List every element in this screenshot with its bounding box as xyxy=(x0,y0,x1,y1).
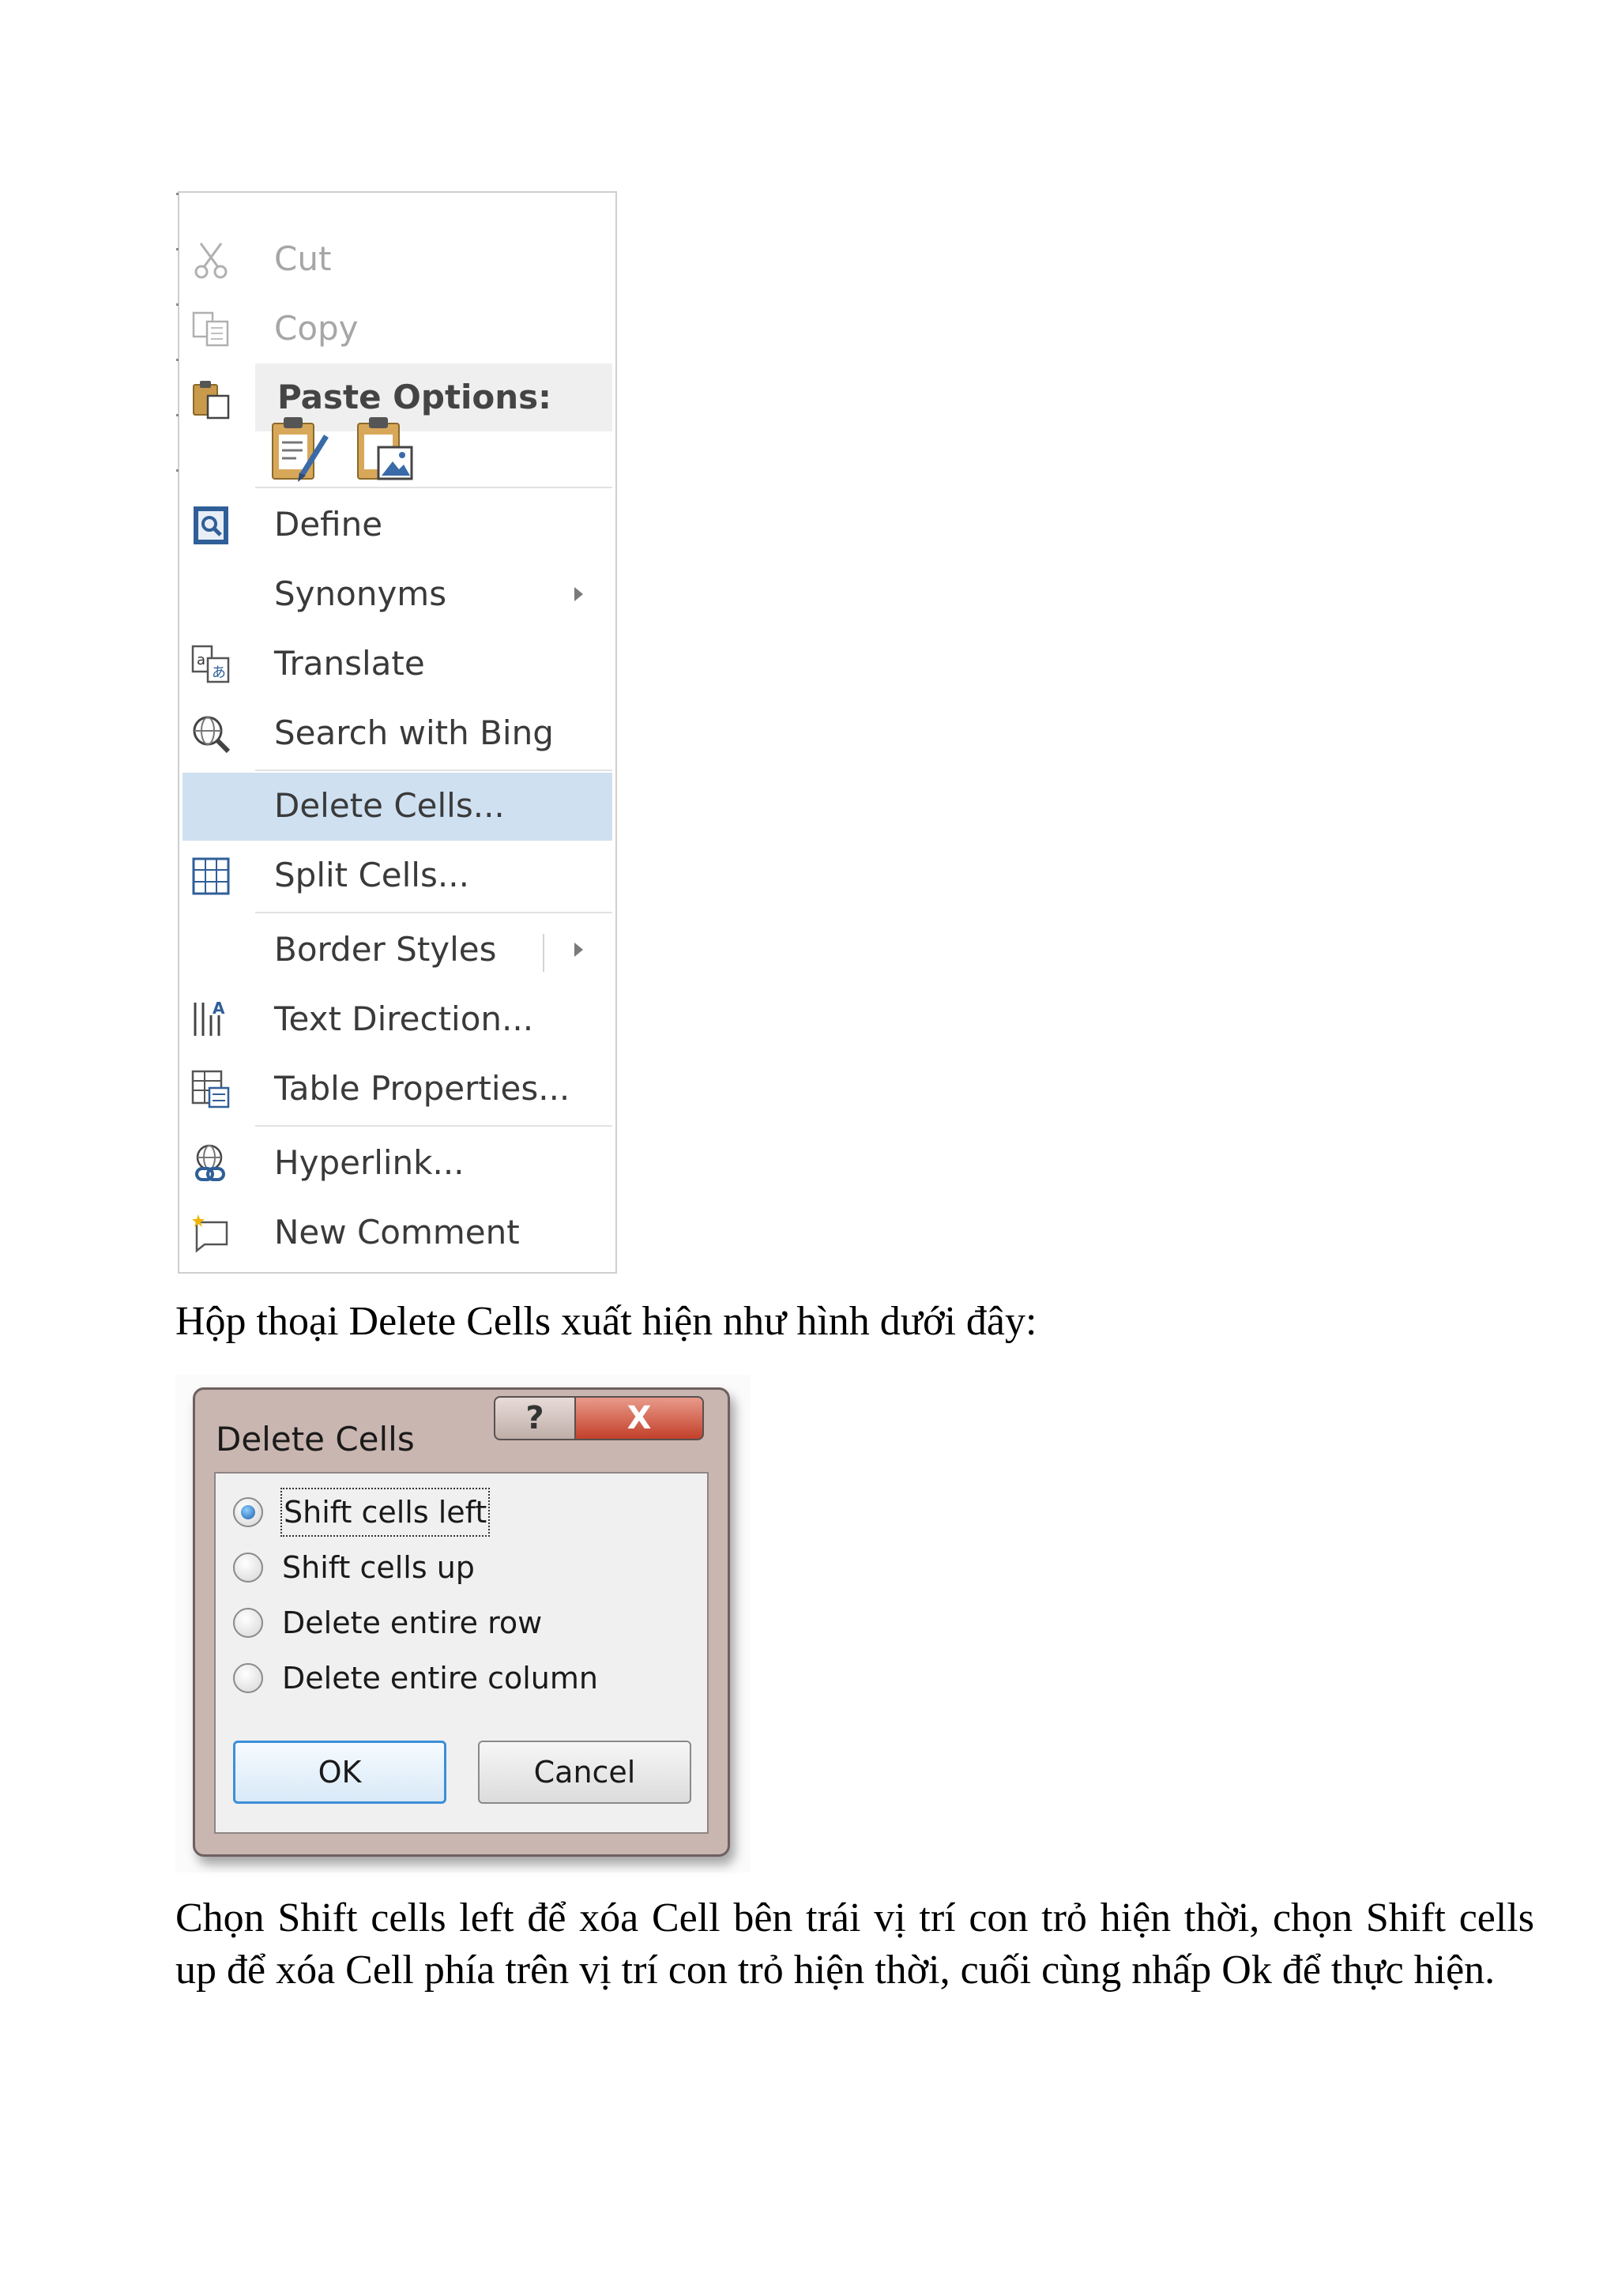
menu-item-delete-cells[interactable]: Delete Cells... xyxy=(179,771,615,841)
split-button-divider xyxy=(543,934,544,972)
menu-item-delete-cells-label: Delete Cells... xyxy=(274,786,505,825)
close-button[interactable]: X xyxy=(574,1396,704,1440)
paste-icon xyxy=(190,378,231,420)
menu-item-search-with-bing[interactable]: Search with Bing xyxy=(179,698,615,768)
crop-edge-marks xyxy=(176,193,179,509)
translate-icon: a あ xyxy=(190,644,231,685)
menu-separator xyxy=(255,487,612,488)
menu-item-hyperlink-label: Hyperlink... xyxy=(274,1143,465,1182)
menu-item-hyperlink[interactable]: Hyperlink... xyxy=(179,1128,615,1198)
svg-text:a: a xyxy=(197,652,205,668)
radio-shift-cells-left[interactable] xyxy=(233,1497,263,1527)
option-delete-entire-row-label: Delete entire row xyxy=(282,1605,543,1640)
radio-delete-entire-column[interactable] xyxy=(233,1663,263,1693)
svg-text:A: A xyxy=(213,999,225,1018)
menu-item-split-cells-label: Split Cells... xyxy=(274,856,469,894)
cancel-button[interactable]: Cancel xyxy=(478,1741,691,1804)
menu-item-cut[interactable]: Cut xyxy=(179,224,615,294)
close-icon: X xyxy=(627,1400,652,1436)
menu-item-copy-label: Copy xyxy=(274,309,359,348)
menu-item-synonyms-label: Synonyms xyxy=(274,574,447,613)
help-icon: ? xyxy=(525,1400,544,1436)
menu-item-split-cells[interactable]: Split Cells... xyxy=(179,841,615,910)
menu-item-search-with-bing-label: Search with Bing xyxy=(274,713,554,752)
dialog-screenshot-frame: Delete Cells ? X Shift cells left Shift … xyxy=(175,1375,751,1873)
menu-item-define[interactable]: Define xyxy=(179,490,615,559)
hyperlink-globe-icon xyxy=(190,1143,231,1184)
menu-separator xyxy=(255,912,612,913)
menu-item-border-styles-label: Border Styles xyxy=(274,930,497,969)
menu-item-text-direction[interactable]: A Text Direction... xyxy=(179,984,615,1054)
menu-item-synonyms[interactable]: Synonyms xyxy=(179,559,615,629)
option-shift-cells-left-label: Shift cells left xyxy=(280,1488,491,1537)
split-cells-grid-icon xyxy=(190,856,231,897)
define-book-icon xyxy=(190,505,231,546)
context-menu: Cut Copy Paste Options: Define Synonyms … xyxy=(176,191,617,1274)
svg-text:あ: あ xyxy=(212,664,226,681)
menu-separator xyxy=(255,1125,612,1127)
menu-item-cut-label: Cut xyxy=(274,239,332,278)
paste-picture-icon[interactable] xyxy=(353,412,416,484)
help-button[interactable]: ? xyxy=(494,1396,576,1440)
radio-delete-entire-row[interactable] xyxy=(233,1608,263,1638)
menu-item-table-properties[interactable]: Table Properties... xyxy=(179,1054,615,1124)
dialog-title: Delete Cells xyxy=(216,1420,415,1459)
menu-item-define-label: Define xyxy=(274,505,383,544)
menu-item-copy[interactable]: Copy xyxy=(179,294,615,363)
menu-item-translate[interactable]: a あ Translate xyxy=(179,629,615,698)
menu-item-text-direction-label: Text Direction... xyxy=(274,999,534,1038)
table-properties-icon xyxy=(190,1069,231,1110)
ok-button[interactable]: OK xyxy=(233,1741,446,1804)
menu-item-border-styles[interactable]: Border Styles xyxy=(179,915,615,984)
menu-item-new-comment-label: New Comment xyxy=(274,1213,520,1252)
copy-icon xyxy=(190,309,231,350)
paste-keep-formatting-icon[interactable] xyxy=(268,412,331,484)
delete-cells-dialog: Delete Cells ? X Shift cells left Shift … xyxy=(193,1387,730,1857)
menu-item-translate-label: Translate xyxy=(274,644,425,683)
text-direction-icon: A xyxy=(190,999,231,1041)
option-shift-cells-up-label: Shift cells up xyxy=(282,1550,475,1585)
menu-item-new-comment[interactable]: New Comment xyxy=(179,1198,615,1267)
radio-shift-cells-up[interactable] xyxy=(233,1553,263,1583)
new-comment-icon xyxy=(190,1213,231,1254)
scissors-icon xyxy=(190,239,231,280)
submenu-arrow-icon xyxy=(574,587,583,601)
submenu-arrow-icon xyxy=(574,943,583,957)
option-delete-entire-column-label: Delete entire column xyxy=(282,1661,598,1696)
dialog-body: Shift cells left Shift cells up Delete e… xyxy=(214,1472,709,1834)
caption-intro: Hộp thoại Delete Cells xuất hiện như hìn… xyxy=(175,1299,1037,1344)
caption-explanation: Chọn Shift cells left để xóa Cell bên tr… xyxy=(175,1895,1534,1993)
menu-item-table-properties-label: Table Properties... xyxy=(274,1069,570,1108)
search-globe-icon xyxy=(190,713,231,755)
